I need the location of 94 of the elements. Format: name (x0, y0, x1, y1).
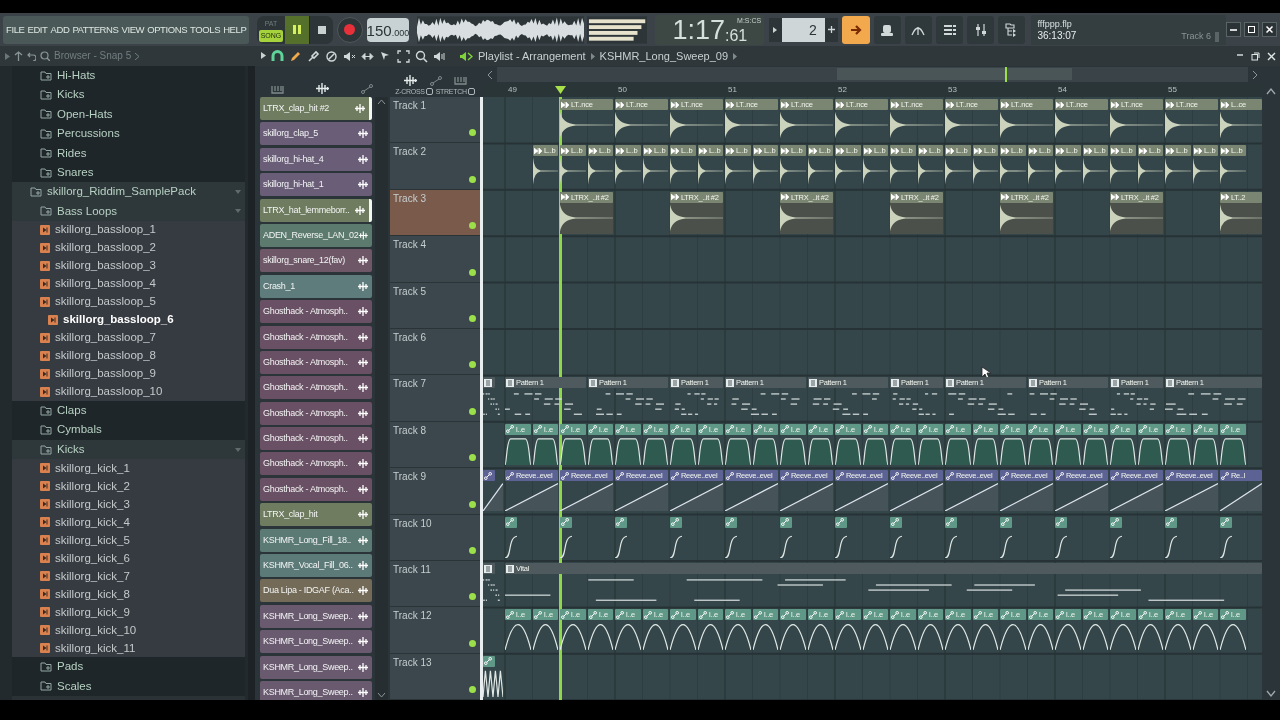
sample-item[interactable]: skillorg_bassloop_9 (12, 365, 245, 384)
bar-number: 55 (1168, 86, 1177, 94)
elapsed-time: 36:13:07 (1037, 29, 1077, 42)
channel-button[interactable]: skillorg_hi-hat_1 (260, 173, 372, 197)
channel-button[interactable]: Ghosthack - Atmosph.. (260, 376, 372, 400)
channel-button[interactable]: KSHMR_Long_Sweep.. (260, 630, 372, 654)
folder-item[interactable]: Snares (12, 162, 245, 183)
sample-item[interactable]: skillorg_bassloop_4 (12, 275, 245, 294)
browser-title: Browser - Snap 5 (54, 51, 132, 61)
sample-item[interactable]: skillorg_kick_9 (12, 603, 245, 622)
channel-button[interactable]: Ghosthack - Atmosph.. (260, 325, 372, 349)
menu-item[interactable]: VIEW (121, 24, 145, 35)
folder-item[interactable]: Claps (12, 401, 245, 421)
sample-item[interactable]: skillorg_bassloop_10 (12, 383, 245, 402)
bar-number: 50 (618, 86, 627, 94)
menu-item[interactable]: EDIT (27, 24, 48, 35)
sample-item[interactable]: skillorg_kick_3 (12, 495, 245, 514)
channel-button[interactable]: Ghosthack - Atmosph.. (260, 300, 372, 324)
channel-button[interactable]: KSHMR_Long_Sweep.. (260, 681, 372, 700)
bar-number: 52 (838, 86, 847, 94)
menu-item[interactable]: FILE (6, 24, 25, 35)
folder-item[interactable]: Kicks (12, 85, 245, 105)
menu-item[interactable]: OPTIONS (147, 24, 188, 35)
channel-button[interactable]: KSHMR_Long_Sweep.. (260, 655, 372, 679)
sample-item[interactable]: skillorg_kick_10 (12, 621, 245, 640)
bar-number: 49 (508, 86, 517, 94)
track-header[interactable]: Track 12 (390, 607, 480, 654)
channel-button[interactable]: KSHMR_Vocal_Fill_06.. (260, 554, 372, 578)
folder-item[interactable]: Pads (12, 657, 245, 677)
folder-item[interactable]: Bass Loops (12, 201, 245, 222)
track-header[interactable]: Track 13 (390, 653, 480, 700)
sample-item[interactable]: skillorg_bassloop_1 (12, 221, 245, 240)
channel-button[interactable]: LTRX_clap_hit #2 (260, 97, 372, 120)
channel-button[interactable]: Crash_1 (260, 274, 372, 298)
sample-item[interactable]: skillorg_bassloop_5 (12, 293, 245, 312)
folder-item[interactable]: skillorg_Riddim_SamplePack (12, 182, 245, 202)
folder-item[interactable]: Open-Hats (12, 104, 245, 125)
channel-button[interactable]: Ghosthack - Atmosph.. (260, 477, 372, 501)
menu-item[interactable]: ADD (50, 24, 70, 35)
channel-button[interactable]: Dua Lipa - IDGAF (Aca.. (260, 579, 372, 603)
track-header[interactable]: Track 9 (390, 468, 480, 515)
tempo-display[interactable]: 150.000 (366, 17, 410, 42)
track-header[interactable]: Track 2 (390, 143, 480, 190)
sample-item[interactable]: skillorg_kick_4 (12, 513, 245, 532)
channel-button[interactable]: skillorg_snare_12(fav) (260, 249, 372, 273)
channel-button[interactable]: KSHMR_Long_Fill_18.. (260, 528, 372, 552)
menu-item[interactable]: PATTERNS (72, 24, 119, 35)
folder-item[interactable]: Hi-Hats (12, 66, 245, 86)
track-header[interactable]: Track 7 (390, 375, 480, 422)
sample-item[interactable]: skillorg_kick_7 (12, 567, 245, 586)
track-header[interactable]: Track 8 (390, 421, 480, 469)
channel-button[interactable]: Ghosthack - Atmosph.. (260, 401, 372, 425)
bar-number: 51 (728, 86, 737, 94)
channel-button[interactable]: skillorg_clap_5 (260, 122, 372, 146)
clip-name: KSHMR_Long_Sweep_09 (599, 50, 729, 62)
folder-item[interactable]: Cymbals (12, 420, 245, 440)
sample-item[interactable]: skillorg_kick_11 (12, 639, 245, 658)
sample-item[interactable]: skillorg_kick_2 (12, 477, 245, 496)
track-header[interactable]: Track 3 (390, 189, 480, 237)
channel-button[interactable]: LTRX_clap_hit (260, 503, 372, 527)
track-header[interactable]: Track 11 (390, 560, 480, 608)
sample-item[interactable]: skillorg_bassloop_3 (12, 257, 245, 276)
playlist-title: Playlist - Arrangement (478, 50, 586, 62)
track-header[interactable]: Track 10 (390, 514, 480, 561)
channel-button[interactable]: Ghosthack - Atmosph.. (260, 427, 372, 451)
sample-item[interactable]: skillorg_kick_5 (12, 531, 245, 550)
folder-item[interactable]: Rides (12, 143, 245, 163)
channel-button[interactable]: ADEN_Reverse_LAN_02 (260, 223, 372, 247)
menu-item[interactable]: TOOLS (190, 24, 221, 35)
folder-item[interactable]: Kicks (12, 439, 245, 460)
track-header[interactable]: Track 6 (390, 328, 480, 376)
bar-number: 53 (948, 86, 957, 94)
sample-item[interactable]: skillorg_kick_1 (12, 459, 245, 478)
folder-item[interactable]: Percussions (12, 124, 245, 144)
track-header[interactable]: Track 4 (390, 236, 480, 283)
sample-item[interactable]: skillorg_bassloop_2 (12, 239, 245, 258)
file-name: fffppp.flp (1037, 17, 1073, 30)
channel-button[interactable]: KSHMR_Long_Sweep.. (260, 604, 372, 628)
track-header[interactable]: Track 1 (390, 97, 480, 144)
pattern-selector[interactable]: 2 (781, 17, 825, 42)
sample-item[interactable]: skillorg_bassloop_8 (12, 347, 245, 366)
sample-item[interactable]: skillorg_bassloop_6 (12, 311, 245, 330)
bar-number: 54 (1058, 86, 1067, 94)
menu-item[interactable]: HELP (223, 24, 247, 35)
track-header[interactable]: Track 5 (390, 282, 480, 329)
folder-item[interactable]: Scales (12, 676, 245, 697)
channel-button[interactable]: skillorg_hi-hat_4 (260, 147, 372, 171)
sample-item[interactable]: skillorg_kick_8 (12, 585, 245, 604)
channel-button[interactable]: Ghosthack - Atmosph.. (260, 350, 372, 374)
sample-item[interactable]: skillorg_bassloop_7 (12, 329, 245, 348)
channel-button[interactable]: LTRX_hat_lemmeborr.. (260, 198, 372, 222)
channel-button[interactable]: Ghosthack - Atmosph.. (260, 452, 372, 476)
sample-item[interactable]: skillorg_kick_6 (12, 549, 245, 568)
focused-item-label: Track 6 (1181, 32, 1211, 41)
